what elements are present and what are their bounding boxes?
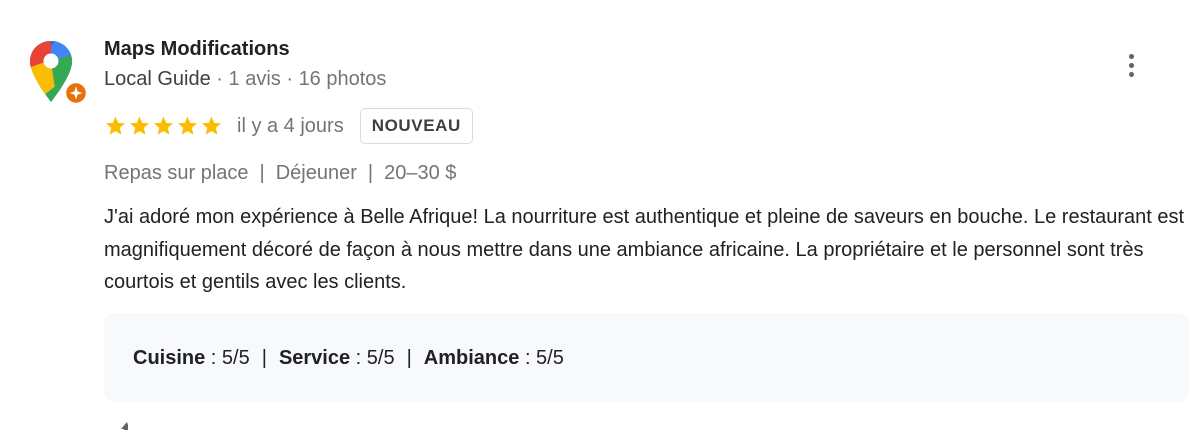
subrating-label: Ambiance — [423, 347, 520, 369]
photos-count: 16 photos — [298, 68, 387, 90]
review-text: J'ai adoré mon expérience à Belle Afriqu… — [104, 206, 1185, 293]
new-badge: NOUVEAU — [359, 108, 473, 144]
subrating-item: Cuisine : 5/5 — [133, 347, 250, 369]
star-rating — [104, 115, 223, 137]
attribute-separator: | — [259, 162, 265, 184]
subrating-item: Ambiance : 5/5 — [424, 347, 564, 369]
review-attributes: Repas sur place | Déjeuner | 20–30 $ — [104, 160, 456, 186]
review-time: il y a 4 jours — [237, 114, 344, 137]
more-dot — [1128, 71, 1134, 77]
attribute-item: 20–30 $ — [384, 162, 457, 184]
thumb-up-icon[interactable] — [118, 420, 132, 430]
more-dot — [1128, 53, 1134, 59]
subrating-separator: | — [261, 347, 267, 369]
subrating-label: Cuisine — [133, 347, 206, 369]
star-icon — [202, 116, 221, 135]
star-icon — [178, 116, 197, 135]
attribute-separator: | — [367, 162, 374, 184]
meta-separator: · — [280, 68, 299, 90]
reviews-count: 1 avis — [228, 68, 281, 90]
attribute-item: Déjeuner — [275, 162, 357, 184]
star-icon — [154, 116, 173, 135]
local-guide-label: Local Guide — [104, 68, 211, 90]
star-icon — [106, 116, 125, 135]
review-card: Maps Modifications Local Guide · 1 avis … — [0, 0, 1196, 430]
star-icon — [130, 116, 149, 135]
meta-separator: · — [210, 68, 229, 90]
subrating-value: : 5/5 — [205, 347, 250, 369]
subratings-line: Cuisine : 5/5 | Service : 5/5 | Ambiance : 5… — [133, 345, 564, 371]
avatar[interactable] — [28, 38, 90, 106]
subrating-separator: | — [406, 347, 412, 369]
attribute-item: Repas sur place — [104, 162, 249, 184]
subrating-value: : 5/5 — [350, 347, 395, 369]
author-meta[interactable]: Local Guide · 1 avis · 16 photos — [104, 67, 386, 91]
rating-row: il y a 4 jours NOUVEAU — [104, 108, 473, 144]
subrating-label: Service — [278, 347, 351, 369]
author-name[interactable]: Maps Modifications — [104, 37, 290, 61]
more-dot — [1128, 62, 1134, 68]
subrating-item: Service : 5/5 — [279, 347, 395, 369]
google-maps-pin-icon — [30, 41, 89, 106]
subratings-panel: Cuisine : 5/5 | Service : 5/5 | Ambiance : 5… — [104, 313, 1189, 402]
subrating-value: : 5/5 — [519, 347, 564, 369]
more-vert-icon[interactable] — [1118, 48, 1144, 82]
